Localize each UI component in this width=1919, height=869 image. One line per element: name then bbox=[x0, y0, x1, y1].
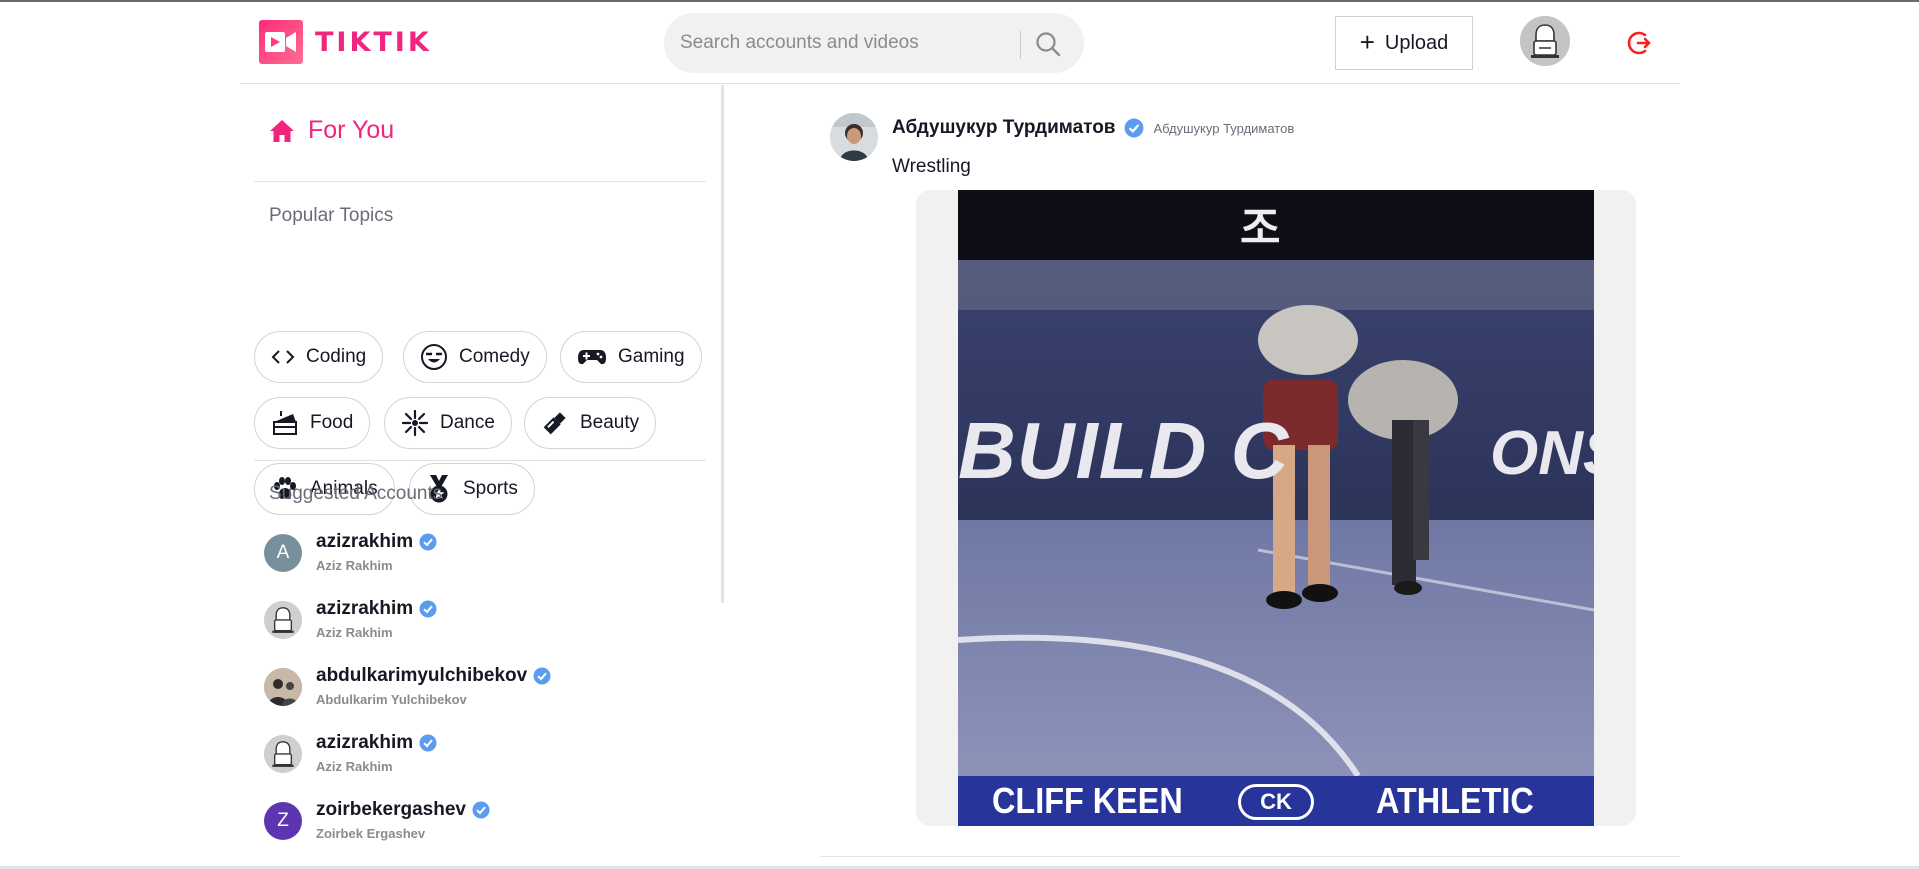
verified-icon bbox=[1124, 118, 1143, 138]
account-username: zoirbekergashev bbox=[316, 799, 466, 820]
video-player[interactable]: 조 BUILD C ONS CLIFF KEEN CK ATHLETIC bbox=[958, 190, 1594, 826]
search-icon bbox=[1036, 32, 1061, 57]
topic-label: Coding bbox=[306, 346, 367, 367]
account-username: azizrakhim bbox=[316, 598, 414, 619]
topic-food[interactable]: Food bbox=[254, 397, 371, 449]
top-navbar: TIKTIK + Upload bbox=[240, 2, 1680, 84]
video-footer-logo: CK bbox=[1238, 784, 1314, 820]
suggested-account[interactable]: azizrakhim Aziz Rakhim bbox=[264, 729, 704, 789]
upload-label: Upload bbox=[1384, 31, 1449, 54]
video-footer-left: CLIFF KEEN bbox=[992, 780, 1183, 821]
account-fullname: Zoirbek Ergashev bbox=[316, 826, 426, 841]
post-author-handle: Абдушукур Турдиматов bbox=[1153, 120, 1295, 136]
verified-icon bbox=[533, 667, 551, 685]
avatar: A bbox=[264, 534, 302, 572]
topic-label: Beauty bbox=[580, 412, 640, 433]
laughing-face-icon bbox=[421, 344, 447, 370]
gamepad-icon bbox=[578, 350, 606, 365]
search-button[interactable] bbox=[1034, 30, 1064, 60]
cake-icon bbox=[273, 411, 297, 435]
upload-button[interactable]: + Upload bbox=[1335, 16, 1473, 70]
suggested-accounts-title: Suggested Accounts bbox=[269, 483, 443, 504]
account-username: abdulkarimyulchibekov bbox=[316, 665, 528, 686]
plus-icon: + bbox=[1359, 26, 1375, 57]
account-fullname: Abdulkarim Yulchibekov bbox=[316, 692, 467, 707]
topic-label: Sports bbox=[463, 478, 518, 499]
video-frame bbox=[958, 190, 1594, 826]
verified-icon bbox=[419, 533, 437, 551]
sidebar: For You Popular Topics Coding Comedy Gam… bbox=[254, 85, 706, 865]
verified-icon bbox=[419, 734, 437, 752]
user-avatar[interactable] bbox=[1520, 16, 1570, 66]
video-container: 조 BUILD C ONS CLIFF KEEN CK ATHLETIC bbox=[916, 190, 1636, 826]
logo[interactable]: TIKTIK bbox=[259, 20, 432, 64]
logo-text: TIKTIK bbox=[315, 26, 432, 58]
search-bar bbox=[664, 13, 1084, 73]
divider bbox=[254, 460, 706, 461]
video-footer-right: ATHLETIC bbox=[1376, 780, 1534, 821]
topic-label: Comedy bbox=[459, 346, 530, 367]
divider bbox=[254, 181, 706, 182]
code-icon bbox=[271, 350, 295, 364]
lipstick-icon bbox=[543, 412, 566, 435]
avatar bbox=[264, 735, 302, 773]
avatar: Z bbox=[264, 802, 302, 840]
account-username: azizrakhim bbox=[316, 732, 414, 753]
suggested-account[interactable]: Z zoirbekergashev Zoirbek Ergashev bbox=[264, 796, 704, 856]
topic-label: Dance bbox=[440, 412, 495, 433]
feed-divider bbox=[820, 856, 1680, 857]
account-fullname: Aziz Rakhim bbox=[316, 759, 393, 774]
popular-topics-title: Popular Topics bbox=[269, 205, 394, 226]
logout-button[interactable] bbox=[1625, 29, 1653, 57]
video-banner-left: BUILD C bbox=[958, 406, 1290, 495]
topic-label: Gaming bbox=[618, 346, 685, 367]
post-caption: Wrestling bbox=[892, 156, 971, 177]
suggested-account[interactable]: A azizrakhim Aziz Rakhim bbox=[264, 528, 704, 588]
topic-comedy[interactable]: Comedy bbox=[403, 331, 547, 383]
topic-dance[interactable]: Dance bbox=[384, 397, 512, 449]
search-divider bbox=[1020, 31, 1021, 59]
topic-beauty[interactable]: Beauty bbox=[524, 397, 657, 449]
verified-icon bbox=[419, 600, 437, 618]
topic-label: Food bbox=[310, 412, 354, 433]
suggested-account[interactable]: azizrakhim Aziz Rakhim bbox=[264, 595, 704, 655]
logout-icon bbox=[1627, 31, 1651, 55]
account-username: azizrakhim bbox=[316, 531, 414, 552]
video-top-char: 조 bbox=[1240, 203, 1281, 254]
search-input[interactable] bbox=[680, 27, 1010, 59]
sidebar-scrollbar[interactable] bbox=[721, 85, 724, 603]
topic-gaming[interactable]: Gaming bbox=[560, 331, 702, 383]
video-banner-right: ONS bbox=[1490, 419, 1594, 488]
logo-video-icon bbox=[259, 20, 303, 64]
for-you-label: For You bbox=[308, 116, 395, 144]
verified-icon bbox=[472, 801, 490, 819]
account-fullname: Aziz Rakhim bbox=[316, 558, 393, 573]
account-fullname: Aziz Rakhim bbox=[316, 625, 393, 640]
avatar bbox=[264, 668, 302, 706]
nav-for-you[interactable]: For You bbox=[268, 116, 394, 145]
topic-coding[interactable]: Coding bbox=[254, 331, 384, 383]
disco-ball-icon bbox=[401, 409, 429, 437]
post-author-avatar[interactable] bbox=[830, 113, 878, 161]
post-author-name: Абдушукур Турдиматов bbox=[892, 117, 1116, 138]
avatar bbox=[264, 601, 302, 639]
home-icon bbox=[270, 119, 294, 142]
post-author[interactable]: Абдушукур Турдиматов Абдушукур Турдимато… bbox=[892, 117, 1294, 139]
suggested-account[interactable]: abdulkarimyulchibekov Abdulkarim Yulchib… bbox=[264, 662, 704, 722]
